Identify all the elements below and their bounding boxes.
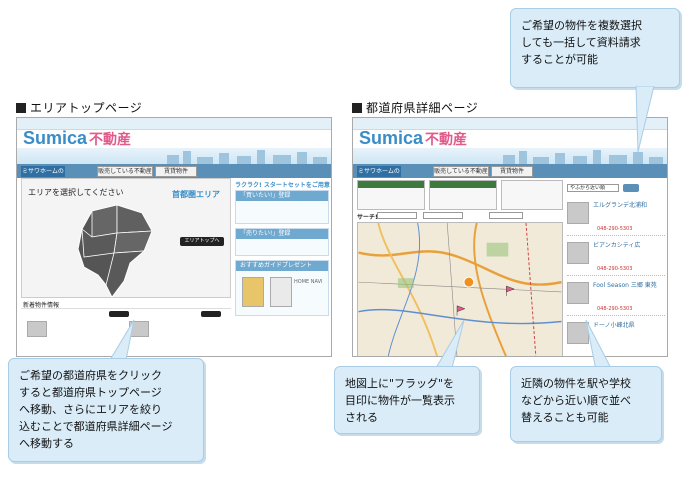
search-select[interactable] bbox=[489, 212, 523, 219]
callout-line: へ移動する bbox=[19, 437, 74, 450]
area-top-button[interactable]: エリアトップへ bbox=[180, 237, 224, 246]
callout-line: することが可能 bbox=[521, 53, 598, 66]
callout-line: などから近い順で並べ bbox=[521, 394, 631, 407]
sumica-logo[interactable]: Sumica 不動産 bbox=[359, 128, 467, 149]
guide-book-thumbnail[interactable] bbox=[242, 277, 264, 307]
heading-prefecture-detail-page: 都道府県詳細ページ bbox=[352, 99, 478, 116]
listing-price: 048-290-5303 bbox=[597, 266, 633, 272]
listing-tab[interactable] bbox=[201, 311, 221, 317]
listing-thumbnail[interactable] bbox=[567, 242, 589, 264]
nav-tab-rental[interactable]: 賃貸物件 bbox=[155, 166, 197, 177]
search-select[interactable] bbox=[377, 212, 417, 219]
callout-line: へ移動、さらにエリアを絞り bbox=[19, 403, 162, 416]
guide-book-thumbnail[interactable] bbox=[270, 277, 292, 307]
listing-item[interactable]: ビアンカシティ広 048-290-5303 bbox=[567, 238, 665, 276]
listing-title[interactable]: Fool Season 三郷 東苑 bbox=[593, 280, 663, 289]
callout-prefecture-navigation: ご希望の都道府県をクリック すると都道府県トップページ へ移動、さらにエリアを絞… bbox=[8, 358, 204, 462]
filter-box-area bbox=[501, 180, 563, 210]
area-top-page-screenshot: Sumica不動産 ミサワホームの不動産情報 販売している不動産 賃貸物件 エリ… bbox=[16, 117, 332, 357]
callout-tail-icon bbox=[635, 86, 655, 153]
sumica-logo[interactable]: Sumica 不動産 bbox=[23, 128, 131, 149]
callout-line: 近隣の物件を駅や学校 bbox=[521, 377, 631, 390]
listing-price: 048-290-5303 bbox=[597, 306, 633, 312]
listing-thumbnail[interactable] bbox=[567, 202, 589, 224]
nav-tab-for-sale[interactable]: 販売している不動産 bbox=[433, 166, 489, 177]
buy-register-box: 「買いたい!」登録 bbox=[235, 190, 329, 224]
sell-register-head[interactable]: 「売りたい!」登録 bbox=[236, 229, 328, 239]
guide-present-box: おすすめガイドプレゼント HOME NAVI bbox=[235, 260, 329, 316]
search-label: サーチ! bbox=[357, 214, 378, 221]
area-prompt: エリアを選択してください bbox=[28, 188, 124, 197]
region-label: 首都圏エリア bbox=[172, 190, 220, 199]
main-nav: ミサワホームの不動産情報 販売している不動産 賃貸物件 bbox=[353, 164, 667, 178]
buy-register-head[interactable]: 「買いたい!」登録 bbox=[236, 191, 328, 201]
main-nav: ミサワホームの不動産情報 販売している不動産 賃貸物件 bbox=[17, 164, 331, 178]
callout-line: 目印に物件が一覧表示 bbox=[345, 394, 455, 407]
callout-line: 地図上に"フラッグ"を bbox=[345, 377, 455, 390]
heading-text: 都道府県詳細ページ bbox=[366, 101, 479, 115]
nav-tab-rental[interactable]: 賃貸物件 bbox=[491, 166, 533, 177]
heading-area-top-page: エリアトップページ bbox=[16, 99, 142, 116]
listing-thumbnail[interactable] bbox=[27, 321, 47, 337]
area-map-panel: エリアを選択してください 首都圏エリア エリアトップへ bbox=[21, 178, 231, 298]
listing-item[interactable]: エルグランデ北浦和 048-290-5303 bbox=[567, 198, 665, 236]
callout-line: 替えることも可能 bbox=[521, 411, 609, 424]
guide-present-head[interactable]: おすすめガイドプレゼント bbox=[236, 261, 328, 271]
square-bullet-icon bbox=[352, 103, 362, 113]
listing-thumbnail[interactable] bbox=[567, 282, 589, 304]
search-select[interactable] bbox=[423, 212, 463, 219]
callout-line: すると都道府県トップページ bbox=[19, 386, 162, 399]
callout-line: ご希望の都道府県をクリック bbox=[19, 369, 162, 382]
guide-label: HOME NAVI bbox=[294, 279, 323, 285]
nav-tab-misawa[interactable]: ミサワホームの不動産情報 bbox=[21, 166, 65, 177]
callout-sort-nearby: 近隣の物件を駅や学校 などから近い順で並べ 替えることも可能 bbox=[510, 366, 662, 442]
skyline-banner bbox=[353, 148, 667, 164]
listing-title[interactable]: ビアンカシティ広 bbox=[593, 240, 663, 249]
callout-line: しても一括して資料請求 bbox=[521, 36, 641, 49]
callout-line: される bbox=[345, 411, 378, 424]
nav-tab-for-sale[interactable]: 販売している不動産 bbox=[97, 166, 153, 177]
sell-register-box: 「売りたい!」登録 bbox=[235, 228, 329, 256]
skyline-banner bbox=[17, 148, 331, 164]
callout-line: 込むことで都道府県詳細ページ bbox=[19, 420, 173, 433]
nav-tab-misawa[interactable]: ミサワホームの不動産情報 bbox=[357, 166, 401, 177]
listing-price: 048-290-5303 bbox=[597, 226, 633, 232]
listing-item[interactable]: Fool Season 三郷 東苑 048-290-5303 bbox=[567, 278, 665, 316]
listing-title[interactable]: エルグランデ北浦和 bbox=[593, 200, 663, 209]
side-title: ラクラク! スタートセットをご用意 bbox=[235, 182, 330, 189]
callout-line: ご希望の物件を複数選択 bbox=[521, 19, 642, 32]
listing-tab[interactable] bbox=[109, 311, 129, 317]
sort-go-button[interactable] bbox=[623, 184, 639, 192]
filter-box-price bbox=[357, 180, 425, 210]
kanto-map[interactable] bbox=[72, 201, 162, 301]
callout-bulk-request: ご希望の物件を複数選択 しても一括して資料請求 することが可能 bbox=[510, 8, 680, 88]
heading-text: エリアトップページ bbox=[30, 101, 143, 115]
sort-select[interactable]: やふから近い順 bbox=[567, 184, 619, 192]
square-bullet-icon bbox=[16, 103, 26, 113]
filter-box-layout bbox=[429, 180, 497, 210]
callout-map-flags: 地図上に"フラッグ"を 目印に物件が一覧表示 される bbox=[334, 366, 480, 434]
